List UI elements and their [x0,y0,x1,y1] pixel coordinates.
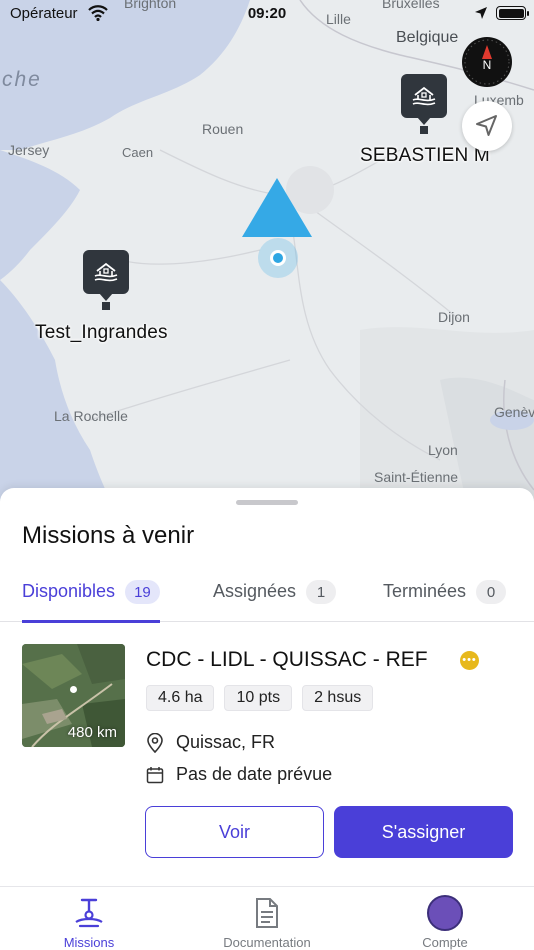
area-chip: 4.6 ha [146,685,215,711]
tab-terminees[interactable]: Terminées 0 [383,576,507,622]
view-button[interactable]: Voir [145,806,324,858]
calendar-icon [146,766,164,783]
mission-date: Pas de date prévue [176,764,333,784]
nav-missions[interactable]: Missions [0,887,178,950]
map-pin[interactable] [401,74,447,134]
farm-icon [401,74,447,125]
heading-indicator-icon [242,178,312,237]
sheet-drag-handle[interactable] [236,500,298,505]
map-pin-label: Test_Ingrandes [35,322,168,343]
document-icon [256,898,278,928]
mission-title: CDC - LIDL - QUISSAC - REF [146,648,428,671]
location-arrow-icon [476,115,497,136]
clock: 09:20 [247,5,287,22]
nav-documentation[interactable]: Documentation [178,887,356,950]
place-label: Saint-Étienne [374,469,459,485]
tab-assignees[interactable]: Assignées 1 [213,576,337,622]
map-pin-icon [147,732,163,753]
assign-button[interactable]: S'assigner [334,806,513,858]
battery-icon [496,6,529,20]
mission-date-row: Pas de date prévue [146,764,332,785]
place-label: Genèv [494,404,534,420]
place-label: Belgique [396,29,459,46]
place-label: Dijon [438,309,470,325]
mission-distance: 480 km [67,724,117,741]
mission-tabs: Disponibles 19 Assignées 1 Terminées 0 [0,576,534,623]
soil-probe-icon [75,898,103,928]
tab-count-badge: 1 [306,580,337,604]
place-label: Lyon [428,442,458,458]
bottom-navigation: Missions Documentation Compte [0,886,534,950]
tab-label: Disponibles [22,581,116,601]
mission-location: Quissac, FR [176,732,276,752]
more-options-icon[interactable]: ••• [460,651,479,670]
place-label: Caen [122,145,154,160]
tab-count-badge: 19 [125,580,160,604]
status-bar: Opérateur 09:20 [0,0,534,28]
locate-me-button[interactable] [462,101,512,151]
place-label: La Rochelle [54,408,128,424]
user-location-marker [258,238,298,278]
avatar [427,895,463,931]
compass-icon: N [464,39,510,85]
compass-button[interactable]: N [462,37,512,87]
place-label: che [2,68,42,91]
hsus-chip: 2 hsus [302,685,374,711]
farm-icon [83,250,129,301]
tab-label: Terminées [383,581,467,601]
place-label: Rouen [202,121,244,137]
nav-label: Missions [63,935,115,950]
tab-disponibles[interactable]: Disponibles 19 [22,576,160,623]
place-label: Jersey [8,142,50,158]
missions-sheet: Missions à venir Disponibles 19 Assignée… [0,488,534,888]
points-chip: 10 pts [224,685,293,711]
nav-label: Compte [422,935,468,950]
tab-label: Assignées [213,581,297,601]
mission-thumbnail: 480 km [22,644,125,747]
map-view[interactable]: Brighton Lille Bruxelles Belgique che Lu… [0,0,534,520]
mission-chips: 4.6 ha 10 pts 2 hsus [146,685,374,711]
svg-text:N: N [483,58,492,72]
map-pin[interactable] [83,250,129,310]
map-pin-label: SEBASTIEN M [360,145,490,166]
nav-label: Documentation [223,935,311,950]
location-services-icon [475,7,487,19]
nav-compte[interactable]: Compte [356,887,534,950]
mission-location-row: Quissac, FR [146,732,275,753]
sheet-title: Missions à venir [22,522,195,549]
tab-count-badge: 0 [476,580,507,604]
